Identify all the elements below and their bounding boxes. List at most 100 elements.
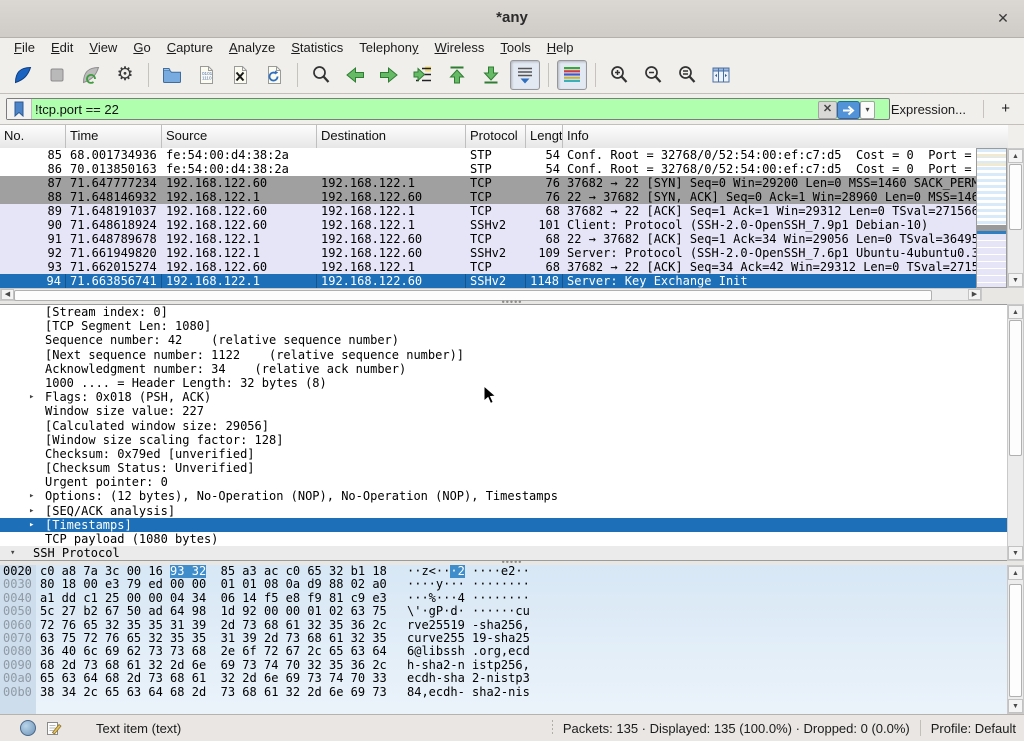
hex-row-0020[interactable]: 0020c0 a8 7a 3c 00 16 93 32 85 a3 ac c0 … xyxy=(0,565,1007,578)
go-back-button[interactable] xyxy=(340,60,370,90)
detail-line[interactable]: ▸Options: (12 bytes), No-Operation (NOP)… xyxy=(0,489,1007,503)
column-header-no[interactable]: No. xyxy=(0,125,66,148)
detail-line[interactable]: ▸[Timestamps] xyxy=(0,518,1007,532)
zoom-out-button[interactable] xyxy=(638,60,668,90)
packet-row-91[interactable]: 9171.648789678192.168.122.1192.168.122.6… xyxy=(0,232,976,246)
scroll-up-icon[interactable]: ▲ xyxy=(1008,566,1023,580)
display-filter-input[interactable] xyxy=(33,99,657,119)
menu-analyze[interactable]: Analyze xyxy=(221,39,283,56)
expand-icon[interactable]: ▸ xyxy=(29,390,34,404)
menu-capture[interactable]: Capture xyxy=(159,39,221,56)
scroll-up-icon[interactable]: ▲ xyxy=(1008,305,1023,319)
bytes-vscrollbar[interactable]: ▲ ▼ xyxy=(1007,565,1024,714)
hex-row-00a0[interactable]: 00a065 63 64 68 2d 73 68 61 32 2d 6e 69 … xyxy=(0,672,1007,685)
packet-row-87[interactable]: 8771.647777234192.168.122.60192.168.122.… xyxy=(0,176,976,190)
column-header-time[interactable]: Time xyxy=(66,125,162,148)
save-file-button[interactable]: 01011110 xyxy=(191,60,221,90)
hex-row-00b0[interactable]: 00b038 34 2c 65 63 64 68 2d 73 68 61 32 … xyxy=(0,686,1007,699)
hscrollbar-thumb[interactable] xyxy=(14,290,932,301)
packet-row-90[interactable]: 9071.648618924192.168.122.60192.168.122.… xyxy=(0,218,976,232)
detail-line[interactable]: [Window size scaling factor: 128] xyxy=(0,433,1007,447)
column-header-destination[interactable]: Destination xyxy=(317,125,466,148)
scroll-left-icon[interactable]: ◀ xyxy=(1,289,14,300)
scroll-down-icon[interactable]: ▼ xyxy=(1008,546,1023,560)
column-header-length[interactable]: Length xyxy=(526,125,563,148)
detail-line[interactable]: [Stream index: 0] xyxy=(0,305,1007,319)
zoom-normal-button[interactable] xyxy=(672,60,702,90)
packet-row-89[interactable]: 8971.648191037192.168.122.60192.168.122.… xyxy=(0,204,976,218)
packet-list-minimap[interactable] xyxy=(976,148,1007,288)
title-bar[interactable]: *any ✕ xyxy=(0,0,1024,38)
filter-apply-button[interactable] xyxy=(837,101,860,119)
column-header-source[interactable]: Source xyxy=(162,125,317,148)
packet-list-hscrollbar[interactable]: ◀ ▶ xyxy=(0,288,982,301)
scroll-right-icon[interactable]: ▶ xyxy=(968,289,981,300)
packet-row-92[interactable]: 9271.661949820192.168.122.1192.168.122.6… xyxy=(0,246,976,260)
add-filter-button[interactable]: + xyxy=(1001,100,1010,117)
detail-line[interactable]: 1000 .... = Header Length: 32 bytes (8) xyxy=(0,376,1007,390)
expand-icon[interactable]: ▸ xyxy=(29,489,34,503)
menu-view[interactable]: View xyxy=(81,39,125,56)
menu-edit[interactable]: Edit xyxy=(43,39,81,56)
close-window-icon[interactable]: ✕ xyxy=(994,9,1012,27)
packet-row-94[interactable]: 9471.663856741192.168.122.1192.168.122.6… xyxy=(0,274,976,288)
expand-icon[interactable]: ▸ xyxy=(29,518,34,532)
reload-file-button[interactable] xyxy=(259,60,289,90)
detail-line[interactable]: [Next sequence number: 1122 (relative se… xyxy=(0,348,1007,362)
menu-go[interactable]: Go xyxy=(125,39,158,56)
expression-button[interactable]: Expression... xyxy=(891,102,966,117)
scrollbar-thumb[interactable] xyxy=(1009,164,1022,230)
expand-icon[interactable]: ▸ xyxy=(29,504,34,518)
menu-telephony[interactable]: Telephony xyxy=(351,39,426,56)
menu-help[interactable]: Help xyxy=(539,39,582,56)
colorize-toggle[interactable] xyxy=(557,60,587,90)
expert-info-icon[interactable] xyxy=(20,720,36,736)
scrollbar-thumb[interactable] xyxy=(1009,584,1022,697)
packet-row-93[interactable]: 9371.662015274192.168.122.60192.168.122.… xyxy=(0,260,976,274)
hex-row-0090[interactable]: 009068 2d 73 68 61 32 2d 6e 69 73 74 70 … xyxy=(0,659,1007,672)
packet-list-vscrollbar[interactable]: ▲ ▼ xyxy=(1007,148,1024,288)
packet-row-88[interactable]: 8871.648146932192.168.122.1192.168.122.6… xyxy=(0,190,976,204)
menu-statistics[interactable]: Statistics xyxy=(283,39,351,56)
detail-line[interactable]: [TCP Segment Len: 1080] xyxy=(0,319,1007,333)
hex-row-0030[interactable]: 003080 18 00 e3 79 ed 00 00 01 01 08 0a … xyxy=(0,578,1007,591)
detail-line[interactable]: Checksum: 0x79ed [unverified] xyxy=(0,447,1007,461)
filter-bookmark-button[interactable] xyxy=(7,99,32,119)
go-to-packet-button[interactable] xyxy=(408,60,438,90)
scroll-down-icon[interactable]: ▼ xyxy=(1008,273,1023,287)
packet-row-86[interactable]: 8670.013850163fe:54:00:d4:38:2aSTP54Conf… xyxy=(0,162,976,176)
zoom-in-button[interactable] xyxy=(604,60,634,90)
find-packet-button[interactable] xyxy=(306,60,336,90)
go-first-button[interactable] xyxy=(442,60,472,90)
capture-options-button[interactable]: ⚙ xyxy=(110,60,140,90)
filter-history-dropdown[interactable]: ▾ xyxy=(860,101,875,119)
profile-button[interactable]: Profile: Default xyxy=(931,721,1016,736)
capture-comment-icon[interactable] xyxy=(46,720,62,736)
detail-line[interactable]: Sequence number: 42 (relative sequence n… xyxy=(0,333,1007,347)
hex-row-0040[interactable]: 0040a1 dd c1 25 00 00 04 34 06 14 f5 e8 … xyxy=(0,592,1007,605)
display-filter-field[interactable]: ✕ ▾ xyxy=(6,98,890,120)
detail-line[interactable]: Urgent pointer: 0 xyxy=(0,475,1007,489)
detail-line[interactable]: [Checksum Status: Unverified] xyxy=(0,461,1007,475)
packet-row-85[interactable]: 8568.001734936fe:54:00:d4:38:2aSTP54Conf… xyxy=(0,148,976,162)
scroll-up-icon[interactable]: ▲ xyxy=(1008,149,1023,163)
column-header-protocol[interactable]: Protocol xyxy=(466,125,526,148)
hex-row-0050[interactable]: 00505c 27 b2 67 50 ad 64 98 1d 92 00 00 … xyxy=(0,605,1007,618)
menu-file[interactable]: File xyxy=(6,39,43,56)
menu-tools[interactable]: Tools xyxy=(492,39,538,56)
hex-row-0070[interactable]: 007063 75 72 76 65 32 35 35 31 39 2d 73 … xyxy=(0,632,1007,645)
detail-line[interactable]: Window size value: 227 xyxy=(0,404,1007,418)
detail-line[interactable]: [Calculated window size: 29056] xyxy=(0,419,1007,433)
detail-line[interactable]: Acknowledgment number: 34 (relative ack … xyxy=(0,362,1007,376)
menu-wireless[interactable]: Wireless xyxy=(427,39,493,56)
stop-capture-button[interactable] xyxy=(42,60,72,90)
autoscroll-toggle[interactable] xyxy=(510,60,540,90)
open-file-button[interactable] xyxy=(157,60,187,90)
close-file-button[interactable] xyxy=(225,60,255,90)
go-forward-button[interactable] xyxy=(374,60,404,90)
scrollbar-thumb[interactable] xyxy=(1009,320,1022,456)
scroll-down-icon[interactable]: ▼ xyxy=(1008,699,1023,713)
details-vscrollbar[interactable]: ▲ ▼ xyxy=(1007,304,1024,561)
detail-line[interactable]: ▸Flags: 0x018 (PSH, ACK) xyxy=(0,390,1007,404)
detail-line[interactable]: ▸[SEQ/ACK analysis] xyxy=(0,504,1007,518)
